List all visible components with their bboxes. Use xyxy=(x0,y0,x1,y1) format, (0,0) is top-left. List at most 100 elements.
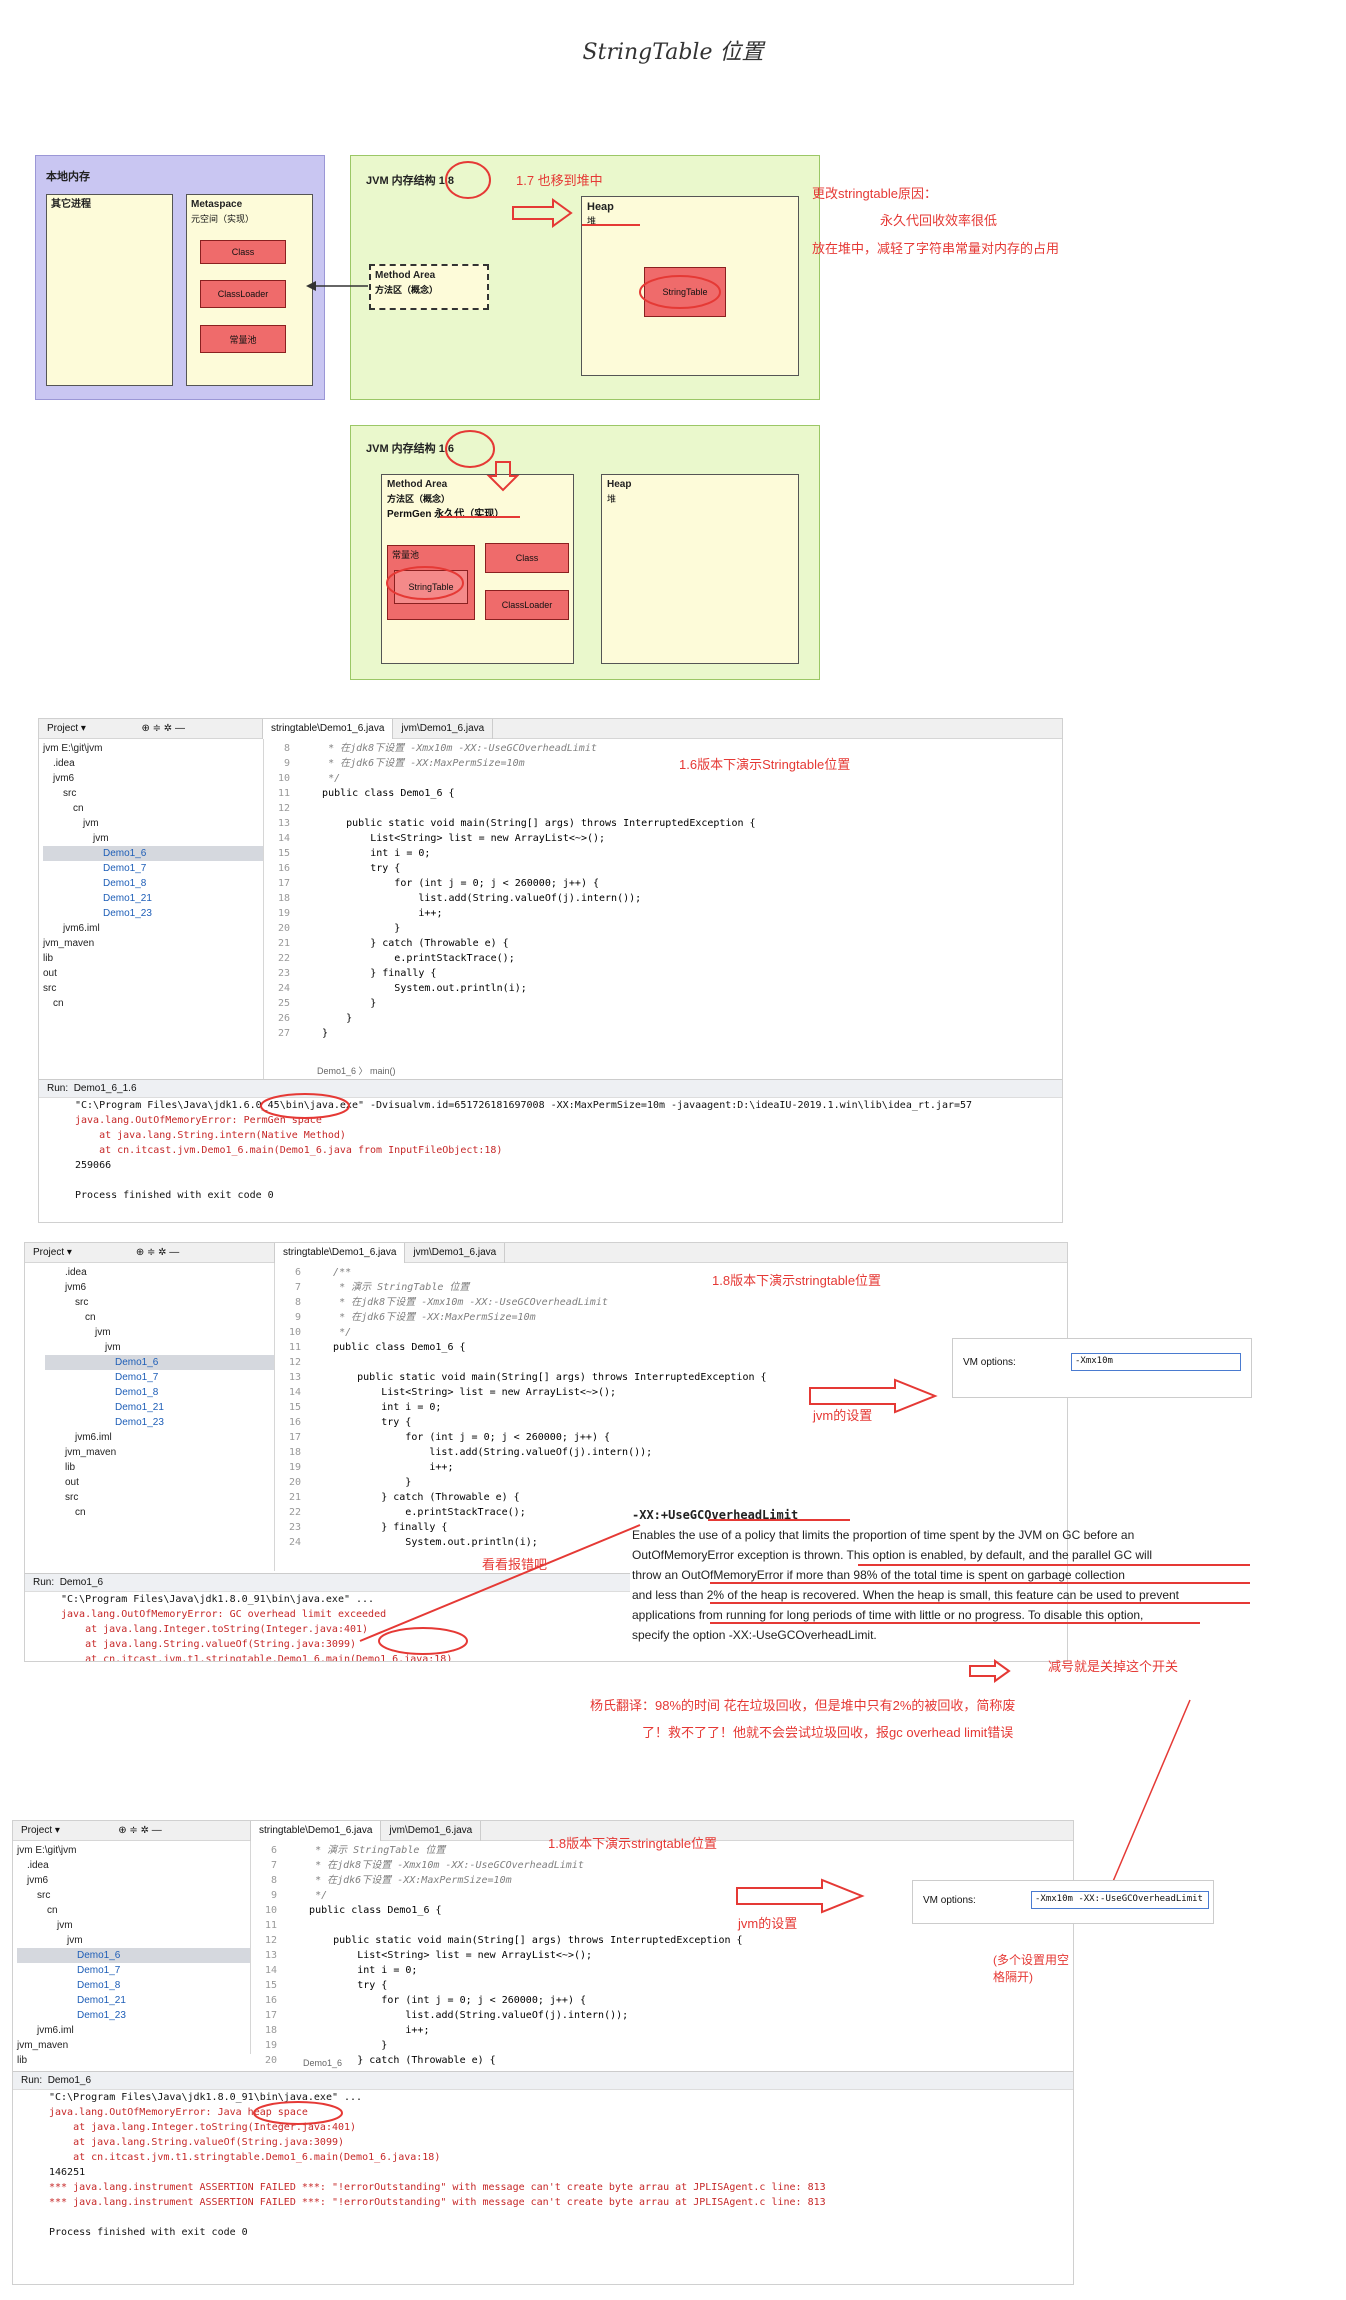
code-line: 27 } xyxy=(264,1026,1062,1041)
red-arrow-right-vm2 xyxy=(809,1378,938,1414)
ide1-tab-jvm[interactable]: jvm\Demo1_6.java xyxy=(393,719,494,739)
line-number: 14 xyxy=(277,833,290,844)
line-number: 19 xyxy=(277,908,290,919)
red-arrow-right-vm3 xyxy=(736,1878,865,1914)
line-number: 11 xyxy=(277,788,290,799)
console-line: Process finished with exit code 0 xyxy=(75,1190,274,1201)
line-number: 25 xyxy=(277,998,290,1009)
code-line: 25 } xyxy=(264,996,1062,1011)
tree-item[interactable]: jvm_maven xyxy=(17,2038,250,2053)
ide3-project-label: Project xyxy=(21,1825,53,1836)
reason-line3: 放在堆中，减轻了字符串常量对内存的占用 xyxy=(812,241,1060,256)
tree-item[interactable]: jvm xyxy=(43,816,263,831)
tree-item[interactable]: Demo1_8 xyxy=(43,876,263,891)
line-number: 24 xyxy=(277,983,290,994)
code-line: 16 for (int j = 0; j < 260000; j++) { xyxy=(251,1993,1073,2008)
tree-item[interactable]: lib xyxy=(17,2053,250,2068)
code-text: List<String> list = new ArrayList<~>(); xyxy=(304,833,606,844)
console-line: at cn.itcast.jvm.Demo1_6.main(Demo1_6.ja… xyxy=(75,1145,503,1156)
tree-item[interactable]: Demo1_8 xyxy=(17,1978,250,1993)
line-number: 19 xyxy=(264,2040,277,2051)
ide1-note: 1.6版本下演示Stringtable位置 xyxy=(679,757,851,772)
tree-item[interactable]: jvm_maven xyxy=(43,936,263,951)
code-line: 24 System.out.println(i); xyxy=(264,981,1062,996)
reason-line1: 更改stringtable原因： xyxy=(812,186,937,201)
code-text: int i = 0; xyxy=(304,848,431,859)
look-connector xyxy=(359,1524,641,1642)
tree-item[interactable]: Demo1_21 xyxy=(43,891,263,906)
tree-item[interactable]: jvm xyxy=(43,831,263,846)
ide3-project-tab[interactable]: Project ▾ ⊕ ≑ ✲ — xyxy=(13,1821,251,1841)
tree-item[interactable]: src xyxy=(43,981,263,996)
tree-item[interactable]: cn xyxy=(43,996,263,1011)
tree-item[interactable]: jvm E:\git\jvm xyxy=(43,741,263,756)
line-number: 20 xyxy=(277,923,290,934)
code-line: 14 int i = 0; xyxy=(251,1963,1073,1978)
code-text: } xyxy=(304,923,401,934)
gc-overhead-circle xyxy=(378,1627,468,1655)
reason-line2: 永久代回收效率很低 xyxy=(880,213,998,228)
code-text: } xyxy=(304,1013,353,1024)
code-text: } catch (Throwable e) { xyxy=(304,938,509,949)
code-text: i++; xyxy=(291,2025,430,2036)
line-number: 17 xyxy=(277,878,290,889)
tree-item[interactable]: jvm E:\git\jvm xyxy=(17,1843,250,1858)
code-text: try { xyxy=(304,863,401,874)
tree-item[interactable]: Demo1_7 xyxy=(43,861,263,876)
tree-item[interactable]: Demo1_7 xyxy=(17,1963,250,1978)
ide1-tabbar: Project ▾ ⊕ ≑ ✲ — stringtable\Demo1_6.jav… xyxy=(39,719,1062,739)
version-circle-16 xyxy=(445,430,495,468)
tree-item[interactable]: Demo1_21 xyxy=(17,1993,250,2008)
tree-item[interactable]: Demo1_6 xyxy=(43,846,263,861)
tree-item[interactable]: src xyxy=(43,786,263,801)
line-number: 16 xyxy=(264,1995,277,2006)
ide3-tab-stringtable[interactable]: stringtable\Demo1_6.java xyxy=(251,1821,382,1841)
tree-item[interactable]: lib xyxy=(43,951,263,966)
connector-arrowhead xyxy=(306,281,316,291)
tree-item[interactable]: cn xyxy=(43,801,263,816)
ide3-note: 1.8版本下演示stringtable位置 xyxy=(548,1836,718,1851)
line-number: 13 xyxy=(277,818,290,829)
tree-item[interactable]: Demo1_23 xyxy=(17,2008,250,2023)
code-line: 19 i++; xyxy=(264,906,1062,921)
line-number: 18 xyxy=(277,893,290,904)
code-line: 17 for (int j = 0; j < 260000; j++) { xyxy=(264,876,1062,891)
tree-item[interactable]: Demo1_23 xyxy=(43,906,263,921)
line-number: 6 xyxy=(270,1845,277,1856)
tree-item[interactable]: out xyxy=(43,966,263,981)
console-line: *** java.lang.instrument ASSERTION FAILE… xyxy=(49,2182,826,2193)
console-line: 146251 xyxy=(49,2167,86,2178)
tree-item[interactable]: jvm6.iml xyxy=(17,2023,250,2038)
ide3-run-tab-label: Demo1_6 xyxy=(47,2075,92,2086)
ide3-tab-jvm[interactable]: jvm\Demo1_6.java xyxy=(381,1821,482,1841)
ide1-tab-stringtable[interactable]: stringtable\Demo1_6.java xyxy=(263,719,394,739)
ide3-tabbar: Project ▾ ⊕ ≑ ✲ — stringtable\Demo1_6.jav… xyxy=(13,1821,1073,1841)
line-number: 16 xyxy=(277,863,290,874)
code-line: 16 try { xyxy=(264,861,1062,876)
ide-window-1: Project ▾ ⊕ ≑ ✲ — stringtable\Demo1_6.jav… xyxy=(38,718,1063,1223)
ide1-breadcrumb: Demo1_6 〉 main() xyxy=(317,1066,396,1076)
tree-item[interactable]: jvm6.iml xyxy=(43,921,263,936)
ide1-project-tab[interactable]: Project ▾ ⊕ ≑ ✲ — xyxy=(39,719,263,739)
ide1-code-editor[interactable]: 8 * 在jdk8下设置 -Xmx10m -XX:-UseGCOverheadL… xyxy=(264,739,1062,1041)
code-line: 19 } xyxy=(251,2038,1073,2053)
line-number: 15 xyxy=(277,848,290,859)
ide1-annotations xyxy=(260,1093,350,1119)
tree-item[interactable]: jvm6 xyxy=(43,771,263,786)
red-arrow-minus xyxy=(969,1659,1011,1683)
console-line: at cn.itcast.jvm.t1.stringtable.Demo1_6.… xyxy=(49,2152,441,2163)
code-text: e.printStackTrace(); xyxy=(304,953,515,964)
permgen-error-circle xyxy=(260,1093,350,1119)
code-text: } xyxy=(291,2040,388,2051)
tree-item[interactable]: .idea xyxy=(43,756,263,771)
ide3-run-tab[interactable]: Run: Demo1_6 xyxy=(13,2072,1073,2090)
code-line: 13 public static void main(String[] args… xyxy=(264,816,1062,831)
line-number: 22 xyxy=(277,953,290,964)
code-text: list.add(String.valueOf(j).intern()); xyxy=(291,2010,629,2021)
code-line: 20 } catch (Throwable e) { xyxy=(251,2053,1073,2068)
code-text: list.add(String.valueOf(j).intern()); xyxy=(304,893,642,904)
console-line: at java.lang.String.intern(Native Method… xyxy=(75,1130,346,1141)
heap-space-circle xyxy=(253,2101,343,2125)
ide3-breadcrumb: Demo1_6 xyxy=(303,2058,343,2068)
console-line: 259066 xyxy=(75,1160,112,1171)
